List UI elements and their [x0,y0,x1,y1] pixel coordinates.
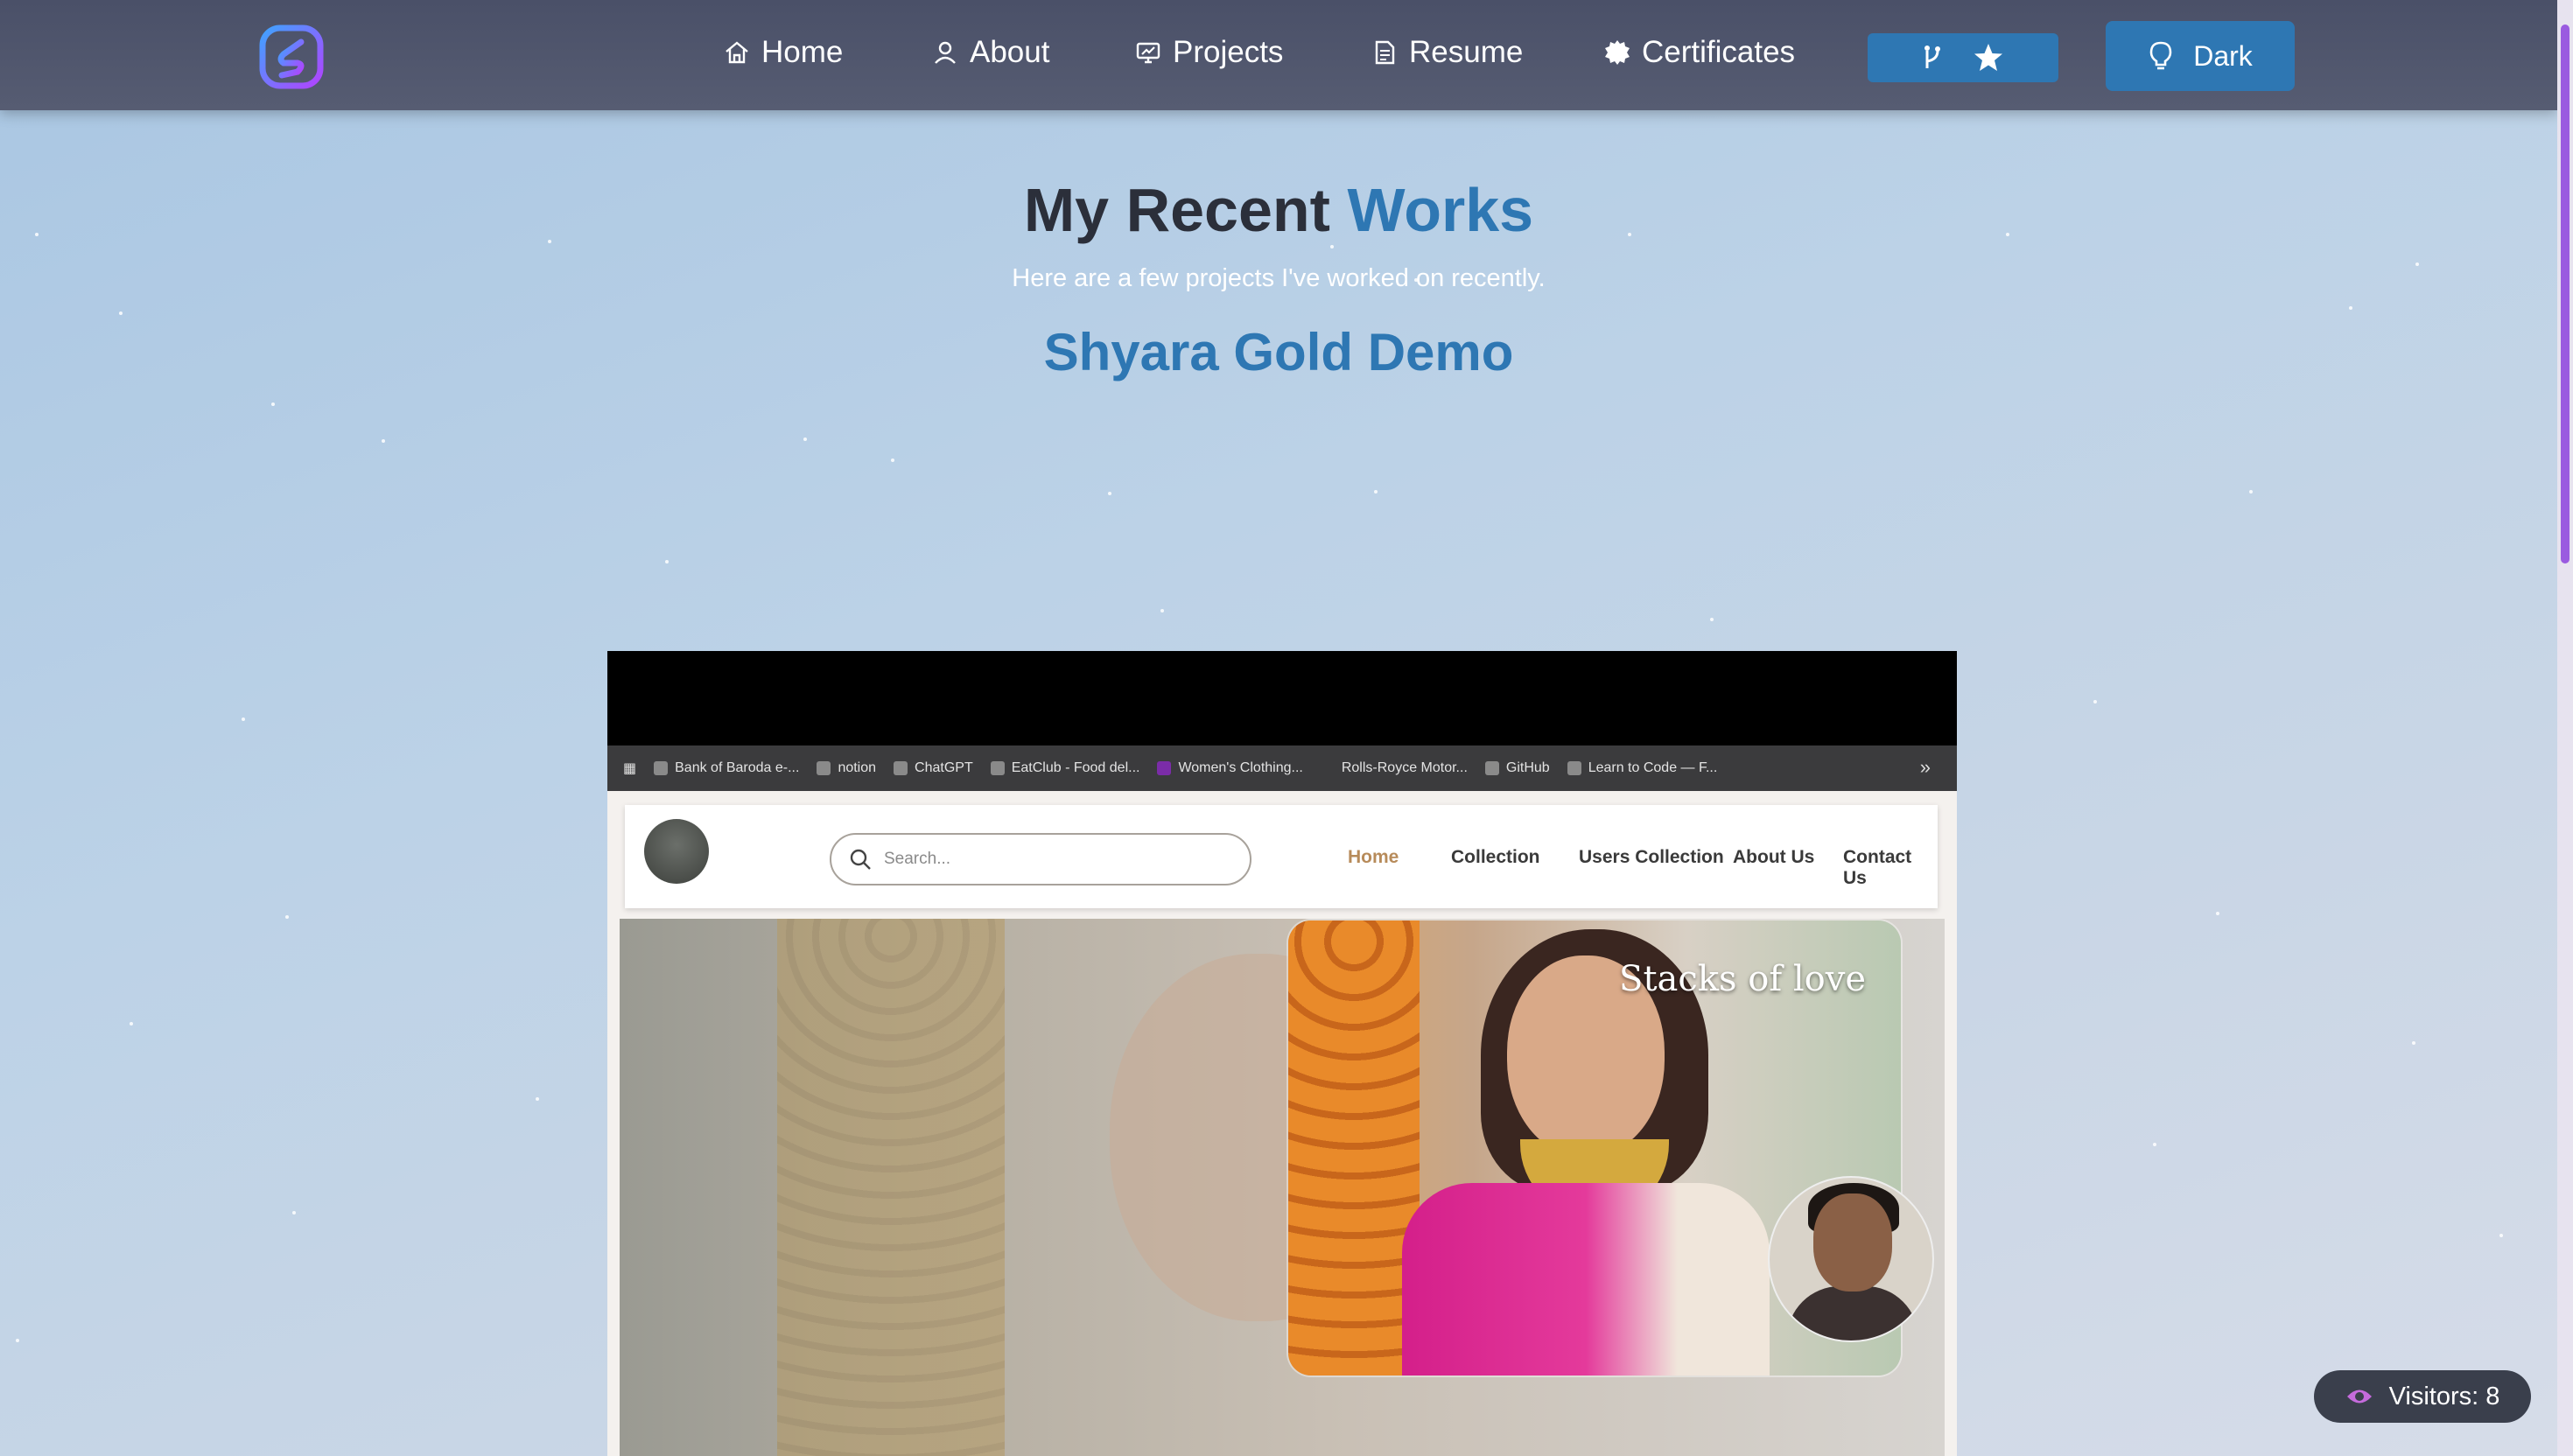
demo-link-users-collection: Users Collection [1579,847,1724,867]
top-navbar: Home About Projects Resume Certificates … [0,0,2557,110]
browser-bookmarks-bar: ▦ Bank of Baroda e-... notion ChatGPT Ea… [607,746,1957,791]
eye-icon [2346,1390,2372,1404]
nav-resume-label: Resume [1409,35,1524,69]
nav-home[interactable]: Home [723,26,843,79]
bookmark-item: Women's Clothing... [1157,760,1303,776]
lightbulb-icon [2149,41,2172,70]
presenter-webcam [1768,1176,1934,1342]
nav-about[interactable]: About [931,26,1049,79]
nav-home-label: Home [761,35,844,69]
nav-projects[interactable]: Projects [1134,26,1283,79]
bookmarks-more-icon: » [1919,756,1931,778]
theme-toggle-button[interactable]: Dark [2106,21,2295,91]
fork-icon [1924,46,1940,68]
demo-site-search: Search... [830,833,1251,886]
demo-site-logo [644,819,709,884]
demo-link-contact-us: Contact Us [1843,847,1912,888]
nav-certificates[interactable]: Certificates [1603,26,1795,79]
star-icon [1974,44,2002,71]
section-title-plain: My Recent [1023,176,1348,244]
project-demo-video[interactable]: ▦ Bank of Baroda e-... notion ChatGPT Ea… [607,651,1957,1456]
project-title: Shyara Gold Demo [1043,323,1514,382]
github-star-button[interactable] [1868,33,2058,82]
apps-grid-icon: ▦ [623,761,637,776]
demo-hero-text: Stacks of love [1619,959,1866,999]
bookmark-item: ChatGPT [894,760,973,776]
section-subtitle: Here are a few projects I've worked on r… [1012,264,1546,292]
visitors-badge: Visitors: 8 [2314,1370,2531,1423]
section-title-accent: Works [1347,176,1534,244]
visitors-count: Visitors: 8 [2388,1382,2500,1410]
demo-link-home: Home [1348,847,1399,867]
video-letterbox [607,651,1957,746]
badge-icon [1605,40,1630,65]
bookmark-item: GitHub [1484,760,1550,776]
document-icon [1375,40,1395,65]
user-icon [935,41,956,64]
bookmark-item: Bank of Baroda e-... [654,760,799,776]
search-icon [850,849,871,870]
demo-link-about-us: About Us [1733,847,1815,867]
logo-icon[interactable] [257,23,326,91]
section-title: My Recent Works [0,175,2557,245]
bookmark-item: EatClub - Food del... [990,760,1139,776]
nav-about-label: About [970,35,1050,69]
demo-search-placeholder: Search... [884,850,951,868]
theme-toggle-label: Dark [2193,39,2253,72]
nav-projects-label: Projects [1173,35,1284,69]
bookmark-item: Learn to Code — F... [1567,760,1717,776]
home-icon [726,41,748,64]
nav-certificates-label: Certificates [1642,35,1796,69]
demo-link-collection: Collection [1451,847,1540,867]
bookmark-item: Rolls-Royce Motor... [1341,760,1468,775]
projects-icon [1136,42,1160,64]
scrollbar-thumb[interactable] [2561,24,2569,564]
demo-site-page: Search... Home Collection Users Collecti… [607,791,1957,1456]
demo-site-navbar: Search... Home Collection Users Collecti… [625,805,1938,908]
bookmark-item: notion [817,760,876,776]
nav-resume[interactable]: Resume [1371,26,1523,79]
